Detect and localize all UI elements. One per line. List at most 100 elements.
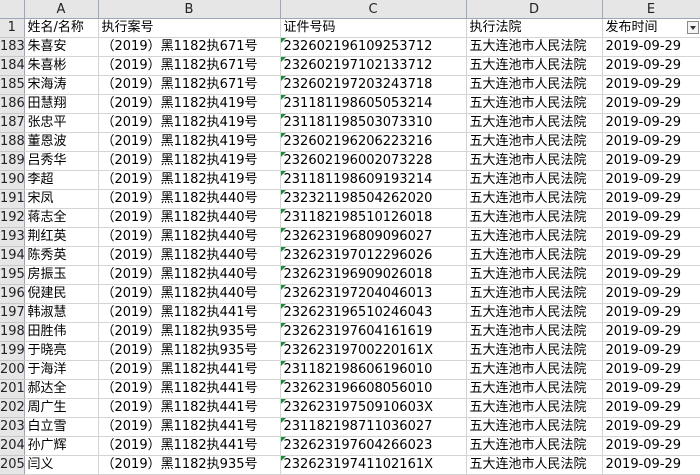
cell-court[interactable]: 五大连池市人民法院 <box>466 417 603 437</box>
cell-id-number[interactable]: 231181198609193214 <box>280 170 467 190</box>
cell-court[interactable]: 五大连池市人民法院 <box>466 322 603 342</box>
row-header[interactable]: 197 <box>0 303 25 323</box>
cell-name[interactable]: 周广生 <box>24 398 99 418</box>
row-header[interactable]: 1 <box>0 18 25 38</box>
column-header-d[interactable]: D <box>466 0 603 19</box>
cell-publish-date[interactable]: 2019-09-29 <box>602 303 700 323</box>
cell-case-number[interactable]: （2019）黑1182执441号 <box>98 417 281 437</box>
cell-publish-date[interactable]: 2019-09-29 <box>602 436 700 456</box>
cell-court[interactable]: 五大连池市人民法院 <box>466 341 603 361</box>
cell-id-number[interactable]: 231182198606196010 <box>280 360 467 380</box>
cell-court[interactable]: 五大连池市人民法院 <box>466 94 603 114</box>
cell-court[interactable]: 五大连池市人民法院 <box>466 189 603 209</box>
cell-id-number[interactable]: 231181198605053214 <box>280 94 467 114</box>
cell-court[interactable]: 五大连池市人民法院 <box>466 436 603 456</box>
cell-publish-date[interactable]: 2019-09-29 <box>602 208 700 228</box>
cell-court[interactable]: 五大连池市人民法院 <box>466 246 603 266</box>
row-header[interactable]: 205 <box>0 455 25 475</box>
cell-case-number[interactable]: （2019）黑1182执441号 <box>98 398 281 418</box>
cell-case-number[interactable]: （2019）黑1182执441号 <box>98 303 281 323</box>
cell-id-number[interactable]: 232623197012296026 <box>280 246 467 266</box>
row-header[interactable]: 186 <box>0 94 25 114</box>
row-header[interactable]: 183 <box>0 37 25 57</box>
cell-name[interactable]: 吕秀华 <box>24 151 99 171</box>
column-header-b[interactable]: B <box>98 0 281 19</box>
cell-name[interactable]: 闫义 <box>24 455 99 475</box>
cell-id-number[interactable]: 231181198503073310 <box>280 113 467 133</box>
row-header[interactable]: 187 <box>0 113 25 133</box>
cell-court[interactable]: 五大连池市人民法院 <box>466 227 603 247</box>
cell-date-header[interactable]: 发布时间 <box>602 18 700 38</box>
cell-id-number[interactable]: 23262319750910603X <box>280 398 467 418</box>
cell-publish-date[interactable]: 2019-09-29 <box>602 132 700 152</box>
cell-court[interactable]: 五大连池市人民法院 <box>466 455 603 475</box>
row-header[interactable]: 184 <box>0 56 25 76</box>
cell-case-number[interactable]: （2019）黑1182执935号 <box>98 341 281 361</box>
cell-id-number[interactable]: 232321198504262020 <box>280 189 467 209</box>
row-header[interactable]: 204 <box>0 436 25 456</box>
row-header[interactable]: 191 <box>0 189 25 209</box>
cell-name[interactable]: 董恩波 <box>24 132 99 152</box>
cell-publish-date[interactable]: 2019-09-29 <box>602 455 700 475</box>
cell-name[interactable]: 田慧翔 <box>24 94 99 114</box>
cell-publish-date[interactable]: 2019-09-29 <box>602 246 700 266</box>
row-header[interactable]: 201 <box>0 379 25 399</box>
cell-publish-date[interactable]: 2019-09-29 <box>602 170 700 190</box>
cell-case-number[interactable]: （2019）黑1182执419号 <box>98 132 281 152</box>
cell-name[interactable]: 韩淑慧 <box>24 303 99 323</box>
cell-publish-date[interactable]: 2019-09-29 <box>602 265 700 285</box>
cell-case-number[interactable]: （2019）黑1182执419号 <box>98 151 281 171</box>
cell-name[interactable]: 于晓亮 <box>24 341 99 361</box>
cell-court[interactable]: 五大连池市人民法院 <box>466 303 603 323</box>
row-header[interactable]: 192 <box>0 208 25 228</box>
cell-case-number[interactable]: （2019）黑1182执419号 <box>98 94 281 114</box>
cell-publish-date[interactable]: 2019-09-29 <box>602 398 700 418</box>
cell-publish-date[interactable]: 2019-09-29 <box>602 360 700 380</box>
cell-court[interactable]: 五大连池市人民法院 <box>466 113 603 133</box>
cell-case-number[interactable]: （2019）黑1182执441号 <box>98 379 281 399</box>
cell-id-number[interactable]: 232623196608056010 <box>280 379 467 399</box>
cell-court[interactable]: 五大连池市人民法院 <box>466 284 603 304</box>
cell-case-number[interactable]: （2019）黑1182执441号 <box>98 360 281 380</box>
row-header[interactable]: 198 <box>0 322 25 342</box>
cell-case-number[interactable]: （2019）黑1182执440号 <box>98 227 281 247</box>
cell-name[interactable]: 朱喜彬 <box>24 56 99 76</box>
cell-id-number[interactable]: 232602197102133712 <box>280 56 467 76</box>
cell-id-number[interactable]: 232602196206223216 <box>280 132 467 152</box>
cell-case-header[interactable]: 执行案号 <box>98 18 281 38</box>
cell-publish-date[interactable]: 2019-09-29 <box>602 189 700 209</box>
cell-id-header[interactable]: 证件号码 <box>280 18 467 38</box>
cell-publish-date[interactable]: 2019-09-29 <box>602 37 700 57</box>
cell-publish-date[interactable]: 2019-09-29 <box>602 227 700 247</box>
cell-id-number[interactable]: 232623196510246043 <box>280 303 467 323</box>
cell-court[interactable]: 五大连池市人民法院 <box>466 398 603 418</box>
cell-name[interactable]: 倪建民 <box>24 284 99 304</box>
cell-court[interactable]: 五大连池市人民法院 <box>466 379 603 399</box>
cell-case-number[interactable]: （2019）黑1182执440号 <box>98 284 281 304</box>
select-all-corner[interactable] <box>0 0 25 19</box>
cell-case-number[interactable]: （2019）黑1182执419号 <box>98 170 281 190</box>
cell-publish-date[interactable]: 2019-09-29 <box>602 417 700 437</box>
column-header-c[interactable]: C <box>280 0 467 19</box>
cell-id-number[interactable]: 23262319700220161X <box>280 341 467 361</box>
row-header[interactable]: 188 <box>0 132 25 152</box>
cell-id-number[interactable]: 232602196002073228 <box>280 151 467 171</box>
cell-case-number[interactable]: （2019）黑1182执935号 <box>98 322 281 342</box>
cell-case-number[interactable]: （2019）黑1182执441号 <box>98 436 281 456</box>
cell-case-number[interactable]: （2019）黑1182执440号 <box>98 189 281 209</box>
cell-name[interactable]: 郝达全 <box>24 379 99 399</box>
cell-name[interactable]: 房振玉 <box>24 265 99 285</box>
cell-id-number[interactable]: 232623197604161619 <box>280 322 467 342</box>
cell-publish-date[interactable]: 2019-09-29 <box>602 322 700 342</box>
row-header[interactable]: 190 <box>0 170 25 190</box>
cell-case-number[interactable]: （2019）黑1182执440号 <box>98 246 281 266</box>
cell-name[interactable]: 于海洋 <box>24 360 99 380</box>
cell-id-number[interactable]: 231182198510126018 <box>280 208 467 228</box>
cell-id-number[interactable]: 232602197203243718 <box>280 75 467 95</box>
cell-case-number[interactable]: （2019）黑1182执671号 <box>98 75 281 95</box>
cell-publish-date[interactable]: 2019-09-29 <box>602 151 700 171</box>
cell-name[interactable]: 陈秀英 <box>24 246 99 266</box>
cell-court[interactable]: 五大连池市人民法院 <box>466 75 603 95</box>
cell-case-number[interactable]: （2019）黑1182执440号 <box>98 208 281 228</box>
row-header[interactable]: 196 <box>0 284 25 304</box>
